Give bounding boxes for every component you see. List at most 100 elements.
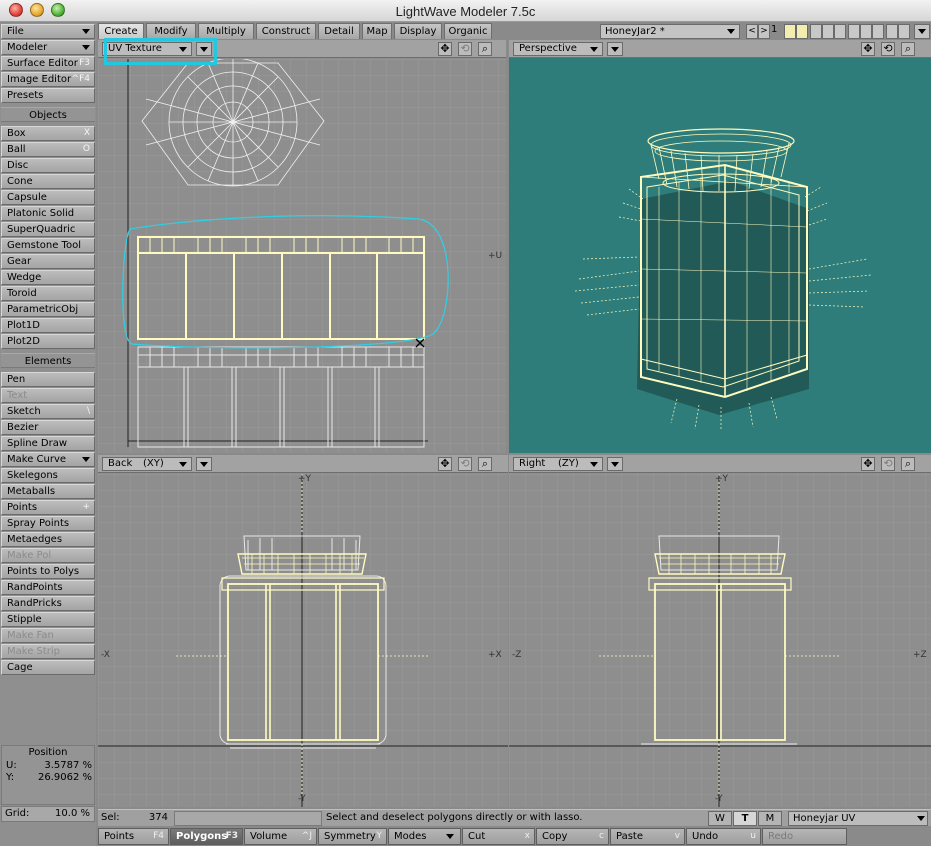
layer-2-button[interactable] <box>810 24 822 39</box>
sidebar-plot2d-button[interactable]: Plot2D <box>1 334 95 349</box>
sidebar-gear-button[interactable]: Gear <box>1 254 95 269</box>
sidebar-presets-button[interactable]: Presets <box>1 88 95 103</box>
sidebar-metaballs-button[interactable]: Metaballs <box>1 484 95 499</box>
layer-9-button[interactable] <box>898 24 910 39</box>
sidebar-item-label: Surface Editor <box>7 58 78 69</box>
tab-display[interactable]: Display <box>394 23 442 39</box>
layer-6-button[interactable] <box>860 24 872 39</box>
morph-map-button[interactable]: M <box>758 811 782 826</box>
view-options-select[interactable] <box>607 457 623 471</box>
sidebar-randpricks-button[interactable]: RandPricks <box>1 596 95 611</box>
sidebar-points-button[interactable]: Points + <box>1 500 95 515</box>
uv-canvas[interactable]: +U <box>98 59 506 453</box>
sidebar-wedge-button[interactable]: Wedge <box>1 270 95 285</box>
pan-icon[interactable]: ✥ <box>861 457 875 471</box>
sidebar-stipple-button[interactable]: Stipple <box>1 612 95 627</box>
tab-create[interactable]: Create <box>98 23 144 39</box>
volume-button[interactable]: Volume ^J <box>244 828 317 845</box>
back-canvas[interactable]: -X +X +Y -Y <box>98 474 508 807</box>
sidebar-ball-button[interactable]: Ball O <box>1 142 95 157</box>
view-type-select[interactable]: Right (ZY) <box>513 457 603 471</box>
view-type-select[interactable]: Back (XY) <box>102 457 192 471</box>
sidebar-parametricobj-button[interactable]: ParametricObj <box>1 302 95 317</box>
sidebar-file-button[interactable]: File <box>1 24 95 39</box>
zoom-icon[interactable]: ⌕ <box>901 457 915 471</box>
layer-menu-button[interactable] <box>914 24 930 39</box>
sidebar-sketch-button[interactable]: Sketch \ <box>1 404 95 419</box>
sidebar-cone-button[interactable]: Cone <box>1 174 95 189</box>
undo-button[interactable]: Undo u <box>686 828 761 845</box>
sidebar-make-curve-button[interactable]: Make Curve <box>1 452 95 467</box>
next-layer-button[interactable]: > <box>758 24 770 39</box>
sidebar-modeler-button[interactable]: Modeler <box>1 40 95 55</box>
sidebar-platonic-solid-button[interactable]: Platonic Solid <box>1 206 95 221</box>
layer-1-fg-button[interactable] <box>784 24 796 39</box>
layer-7-button[interactable] <box>872 24 884 39</box>
rotate-icon[interactable]: ⟲ <box>881 42 895 56</box>
perspective-viewport[interactable]: Perspective ✥ ⟲ ⌕ <box>509 40 931 453</box>
uv-texture-viewport[interactable]: UV Texture ✥ ⟲ ⌕ +U <box>98 40 506 453</box>
sidebar-superquadric-button[interactable]: SuperQuadric <box>1 222 95 237</box>
sidebar-image-editor-button[interactable]: Image Editor ^F4 <box>1 72 95 87</box>
zoom-icon[interactable]: ⌕ <box>478 42 492 56</box>
pan-icon[interactable]: ✥ <box>861 42 875 56</box>
modes-button[interactable]: Modes <box>388 828 461 845</box>
tab-construct[interactable]: Construct <box>256 23 316 39</box>
sidebar-cage-button[interactable]: Cage <box>1 660 95 675</box>
sidebar-item-label: RandPricks <box>7 598 62 609</box>
sidebar-disc-button[interactable]: Disc <box>1 158 95 173</box>
points-button[interactable]: Points F4 <box>98 828 169 845</box>
shortcut-hint: v <box>674 831 680 841</box>
layer-3-button[interactable] <box>822 24 834 39</box>
view-type-label: Perspective <box>519 43 577 54</box>
right-viewport[interactable]: Right (ZY) ✥ ⟲ ⌕ -Z +Z +Y -Y <box>509 455 931 807</box>
zoom-icon[interactable]: ⌕ <box>901 42 915 56</box>
view-type-select[interactable]: Perspective <box>513 42 603 56</box>
tab-modify[interactable]: Modify <box>146 23 196 39</box>
pan-icon[interactable]: ✥ <box>438 457 452 471</box>
layer-5-button[interactable] <box>848 24 860 39</box>
sidebar-pen-button[interactable]: Pen <box>1 372 95 387</box>
back-viewport[interactable]: Back (XY) ✥ ⟲ ⌕ -X +X +Y -Y <box>98 455 508 807</box>
sidebar-toroid-button[interactable]: Toroid <box>1 286 95 301</box>
sidebar-metaedges-button[interactable]: Metaedges <box>1 532 95 547</box>
copy-button[interactable]: Copy c <box>536 828 609 845</box>
shortcut-hint: + <box>82 502 90 512</box>
sidebar-spray-points-button[interactable]: Spray Points <box>1 516 95 531</box>
button-label: Redo <box>768 831 794 842</box>
paste-button[interactable]: Paste v <box>610 828 685 845</box>
view-options-select[interactable] <box>607 42 623 56</box>
tab-detail[interactable]: Detail <box>318 23 360 39</box>
sidebar-box-button[interactable]: Box X <box>1 126 95 141</box>
shortcut-hint: u <box>750 831 756 841</box>
pan-icon[interactable]: ✥ <box>438 42 452 56</box>
sidebar-gemstone-tool-button[interactable]: Gemstone Tool <box>1 238 95 253</box>
sidebar-capsule-button[interactable]: Capsule <box>1 190 95 205</box>
right-canvas[interactable]: -Z +Z +Y -Y <box>509 474 931 807</box>
sidebar-spline-draw-button[interactable]: Spline Draw <box>1 436 95 451</box>
layer-4-button[interactable] <box>834 24 846 39</box>
sidebar-skelegons-button[interactable]: Skelegons <box>1 468 95 483</box>
sidebar-points-to-polys-button[interactable]: Points to Polys <box>1 564 95 579</box>
symmetry-button[interactable]: Symmetry Y <box>318 828 387 845</box>
tab-map[interactable]: Map <box>362 23 392 39</box>
layer-1-bg-button[interactable] <box>796 24 808 39</box>
polygons-button[interactable]: Polygons F3 <box>170 828 243 845</box>
view-options-select[interactable] <box>196 457 212 471</box>
tab-multiply[interactable]: Multiply <box>198 23 254 39</box>
object-select[interactable]: HoneyJar2 * <box>600 24 740 39</box>
sidebar-bezier-button[interactable]: Bezier <box>1 420 95 435</box>
sidebar-item-label: Gemstone Tool <box>7 240 81 251</box>
layer-8-button[interactable] <box>886 24 898 39</box>
sidebar-plot1d-button[interactable]: Plot1D <box>1 318 95 333</box>
prev-layer-button[interactable]: < <box>746 24 758 39</box>
cut-button[interactable]: Cut x <box>462 828 535 845</box>
weight-map-button[interactable]: W <box>708 811 732 826</box>
tab-organic[interactable]: Organic <box>444 23 492 39</box>
sidebar-randpoints-button[interactable]: RandPoints <box>1 580 95 595</box>
zoom-icon[interactable]: ⌕ <box>478 457 492 471</box>
texture-map-button[interactable]: T <box>733 811 757 826</box>
perspective-canvas[interactable] <box>509 59 931 453</box>
sidebar-surface-editor-button[interactable]: Surface Editor F3 <box>1 56 95 71</box>
vertex-map-select[interactable]: Honeyjar UV <box>788 811 928 826</box>
